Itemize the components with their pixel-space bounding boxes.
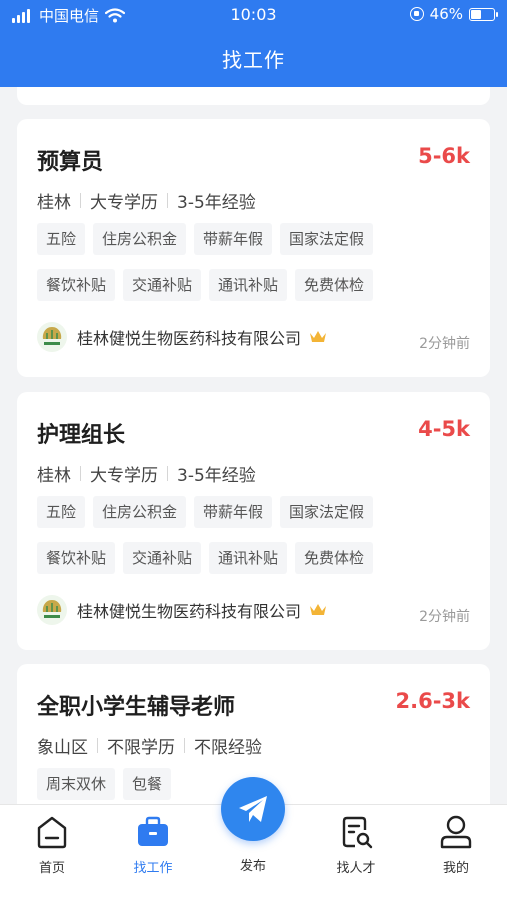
job-experience: 3-5年经验 (177, 466, 256, 486)
crown-icon (310, 604, 327, 615)
tab-mine[interactable]: 我的 (416, 813, 496, 876)
tab-mine-label: 我的 (442, 861, 469, 876)
job-title: 预算员 (37, 150, 104, 175)
company-logo (37, 595, 67, 625)
publish-button[interactable] (221, 777, 285, 841)
home-icon (37, 816, 67, 849)
job-card[interactable]: 护理组长 4-5k 桂林 大专学历 3-5年经验 五险 住房公积金 带薪年假 国… (17, 392, 490, 650)
company-row[interactable]: 桂林健悦生物医药科技有限公司 2分钟前 (37, 321, 470, 353)
job-salary: 2.6-3k (395, 689, 471, 713)
job-location: 桂林 (37, 466, 71, 486)
job-education: 不限学历 (107, 738, 175, 758)
post-time: 2分钟前 (419, 336, 470, 352)
orientation-lock-icon (409, 7, 424, 21)
job-title: 全职小学生辅导老师 (37, 695, 236, 720)
benefit-tag: 免费体检 (295, 269, 374, 301)
tab-talent[interactable]: 找人才 (316, 813, 396, 876)
benefit-tag: 交通补贴 (123, 269, 202, 301)
benefit-tag: 国家法定假 (280, 496, 374, 528)
benefit-tag: 国家法定假 (280, 223, 374, 255)
job-meta: 桂林 大专学历 3-5年经验 (37, 461, 470, 486)
page-title: 找工作 (222, 48, 285, 72)
benefit-tags: 五险 住房公积金 带薪年假 国家法定假 餐饮补贴 交通补贴 通讯补贴 免费体检 (37, 223, 417, 315)
find-talent-icon (342, 816, 373, 849)
job-location: 象山区 (37, 738, 88, 758)
company-name: 桂林健悦生物医药科技有限公司 (77, 329, 302, 348)
job-card-partial[interactable] (17, 87, 490, 105)
benefit-tag: 通讯补贴 (209, 542, 288, 574)
company-row[interactable]: 桂林健悦生物医药科技有限公司 2分钟前 (37, 594, 470, 626)
benefit-tag: 五险 (37, 496, 86, 528)
profile-icon (440, 815, 472, 849)
benefit-tags: 五险 住房公积金 带薪年假 国家法定假 餐饮补贴 交通补贴 通讯补贴 免费体检 (37, 496, 417, 588)
benefit-tag: 餐饮补贴 (37, 542, 116, 574)
briefcase-icon (138, 816, 168, 846)
benefit-tag: 周末双休 (37, 768, 116, 800)
company-logo (37, 322, 67, 352)
tab-jobs-label: 找工作 (133, 861, 173, 876)
job-education: 大专学历 (90, 466, 158, 486)
benefit-tag: 住房公积金 (93, 496, 187, 528)
status-bar: 中国电信 10:03 46% (0, 0, 507, 30)
job-experience: 3-5年经验 (177, 193, 256, 213)
company-name: 桂林健悦生物医药科技有限公司 (77, 602, 302, 621)
job-experience: 不限经验 (194, 738, 262, 758)
tab-home-label: 首页 (38, 861, 65, 876)
benefit-tag: 带薪年假 (194, 496, 273, 528)
benefit-tag: 住房公积金 (93, 223, 187, 255)
job-location: 桂林 (37, 193, 71, 213)
tab-home[interactable]: 首页 (12, 813, 92, 876)
publish-label: 发布 (239, 859, 266, 874)
benefit-tag: 通讯补贴 (209, 269, 288, 301)
benefit-tag: 餐饮补贴 (37, 269, 116, 301)
header: 中国电信 10:03 46% 找工作 (0, 0, 507, 87)
job-meta: 桂林 大专学历 3-5年经验 (37, 188, 470, 213)
tab-jobs[interactable]: 找工作 (113, 813, 193, 876)
paper-plane-icon (239, 796, 267, 822)
job-education: 大专学历 (90, 193, 158, 213)
benefit-tag: 免费体检 (295, 542, 374, 574)
job-card[interactable]: 预算员 5-6k 桂林 大专学历 3-5年经验 五险 住房公积金 带薪年假 国家… (17, 119, 490, 377)
job-meta: 象山区 不限学历 不限经验 (37, 733, 470, 758)
post-time: 2分钟前 (419, 609, 470, 625)
job-salary: 5-6k (418, 144, 470, 168)
benefit-tag: 包餐 (123, 768, 172, 800)
benefit-tag: 交通补贴 (123, 542, 202, 574)
job-salary: 4-5k (418, 417, 470, 441)
job-title: 护理组长 (37, 423, 126, 448)
job-list[interactable]: 预算员 5-6k 桂林 大专学历 3-5年经验 五险 住房公积金 带薪年假 国家… (0, 87, 507, 804)
benefit-tag: 五险 (37, 223, 86, 255)
battery-icon (469, 7, 498, 21)
benefit-tag: 带薪年假 (194, 223, 273, 255)
crown-icon (310, 331, 327, 342)
battery-percent: 46% (429, 5, 463, 23)
tab-talent-label: 找人才 (336, 861, 376, 876)
